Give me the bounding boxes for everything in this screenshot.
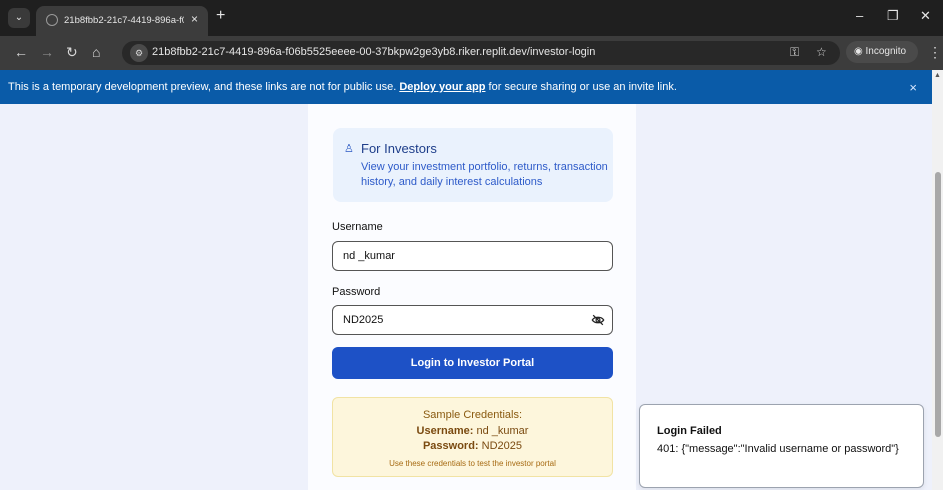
toast-title: Login Failed <box>657 425 722 437</box>
credentials-password: Password: ND2025 <box>333 440 612 452</box>
info-title: For Investors <box>361 141 437 156</box>
forward-icon[interactable]: → <box>40 44 54 60</box>
bookmark-star-icon[interactable]: ☆ <box>816 45 827 59</box>
url-text[interactable]: 21b8fbb2-21c7-4419-896a-f06b5525eeee-00-… <box>152 46 595 58</box>
site-info-icon[interactable]: ⚙ <box>130 44 148 62</box>
incognito-label: Incognito <box>865 46 907 57</box>
scroll-up-icon[interactable]: ▲ <box>934 72 941 79</box>
tab-close-icon[interactable]: × <box>191 12 198 26</box>
banner-text: This is a temporary development preview,… <box>8 81 677 93</box>
incognito-icon: ◉ <box>854 46 866 57</box>
tab-strip: ⌄ 21b8fbb2-21c7-4419-896a-f06b × + – ❐ ✕ <box>0 0 943 36</box>
toolbar: ← → ↻ ⌂ ⚙ 21b8fbb2-21c7-4419-896a-f06b55… <box>0 36 943 70</box>
restore-button[interactable]: ❐ <box>887 8 899 24</box>
credentials-username: Username: nd _kumar <box>333 425 612 437</box>
back-icon[interactable]: ← <box>14 44 28 60</box>
menu-icon[interactable]: ⋮ <box>928 44 942 61</box>
tab-title: 21b8fbb2-21c7-4419-896a-f06b <box>64 15 184 26</box>
banner-text-before: This is a temporary development preview,… <box>8 81 400 93</box>
credentials-password-key: Password: <box>422 440 479 452</box>
browser-tab[interactable]: 21b8fbb2-21c7-4419-896a-f06b × <box>36 6 208 36</box>
close-window-button[interactable]: ✕ <box>920 8 931 24</box>
sample-credentials-box: Sample Credentials: Username: nd _kumar … <box>332 397 613 477</box>
credentials-username-key: Username: <box>416 425 474 437</box>
preview-banner: This is a temporary development preview,… <box>0 70 943 104</box>
toast-message: 401: {"message":"Invalid username or pas… <box>657 443 899 455</box>
username-label: Username <box>332 221 383 233</box>
login-button[interactable]: Login to Investor Portal <box>332 347 613 379</box>
error-toast[interactable]: Login Failed 401: {"message":"Invalid us… <box>639 404 924 488</box>
credentials-username-value: nd _kumar <box>473 425 529 437</box>
password-input[interactable] <box>332 305 613 335</box>
incognito-badge[interactable]: ◉ Incognito <box>846 41 918 63</box>
credentials-title: Sample Credentials: <box>422 409 523 421</box>
credentials-password-value: ND2025 <box>478 440 523 452</box>
password-key-icon[interactable]: ⚿ <box>790 45 799 60</box>
minimize-button[interactable]: – <box>856 8 863 23</box>
banner-text-after: for secure sharing or use an invite link… <box>485 81 677 93</box>
username-input[interactable] <box>332 241 613 271</box>
info-description: View your investment portfolio, returns,… <box>361 161 608 188</box>
address-bar[interactable]: ⚙ 21b8fbb2-21c7-4419-896a-f06b5525eeee-0… <box>122 41 840 65</box>
favicon-icon <box>46 14 58 26</box>
deploy-app-link[interactable]: Deploy your app <box>399 81 485 93</box>
eye-off-icon[interactable] <box>591 313 605 327</box>
scrollbar-thumb[interactable] <box>935 172 941 437</box>
home-icon[interactable]: ⌂ <box>92 44 100 60</box>
banner-close-icon[interactable]: × <box>909 80 917 95</box>
user-icon: ♙ <box>344 143 354 155</box>
credentials-note: Use these credentials to test the invest… <box>389 459 556 468</box>
tab-search-icon[interactable]: ⌄ <box>8 8 30 28</box>
new-tab-button[interactable]: + <box>216 7 225 25</box>
reload-icon[interactable]: ↻ <box>66 44 78 61</box>
password-label: Password <box>332 286 381 298</box>
